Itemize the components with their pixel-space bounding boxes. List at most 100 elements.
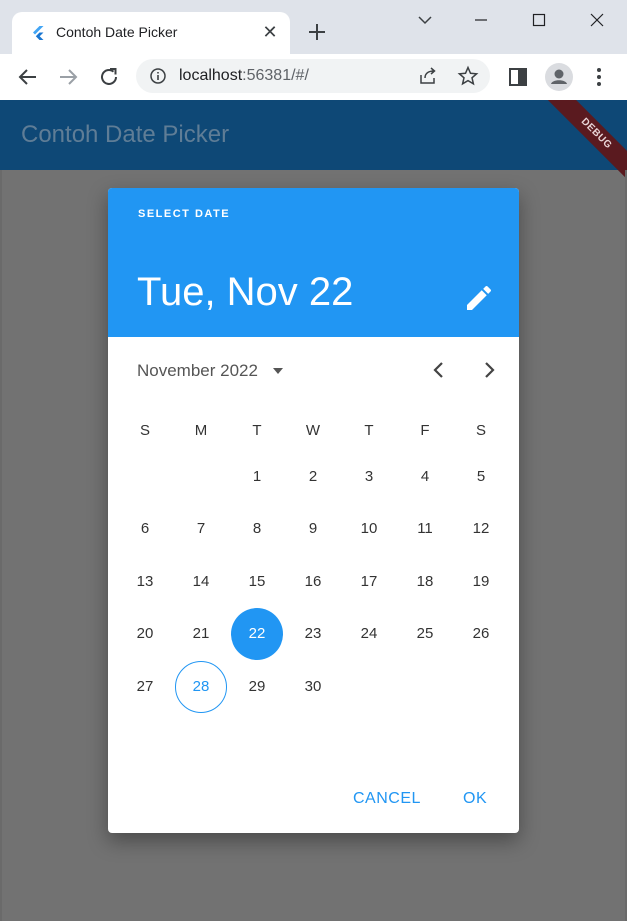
empty-day-cell: [341, 660, 397, 713]
left-edge: [0, 170, 2, 921]
day-number: 29: [248, 677, 266, 695]
day-cell-6[interactable]: 6: [117, 503, 173, 556]
forward-icon[interactable]: [55, 64, 81, 90]
person-icon: [551, 69, 567, 84]
day-number: 2: [308, 467, 318, 485]
ok-button[interactable]: OK: [463, 790, 487, 808]
day-cell-2[interactable]: 2: [285, 450, 341, 503]
day-cell-22[interactable]: 22: [229, 607, 285, 661]
month-selector-row: November 2022: [108, 337, 519, 401]
tab-strip: Contoh Date Picker ✕: [0, 0, 627, 54]
caret-down-icon[interactable]: [271, 366, 285, 376]
day-number: 8: [252, 520, 262, 538]
previous-month-icon[interactable]: [427, 358, 451, 382]
bookmark-star-icon[interactable]: [457, 65, 479, 87]
day-cell-8[interactable]: 8: [229, 503, 285, 556]
day-number: 6: [140, 520, 150, 538]
menu-kebab-icon[interactable]: [586, 64, 612, 90]
share-icon[interactable]: [418, 66, 438, 86]
day-number: 21: [192, 625, 210, 643]
tab-search-icon[interactable]: [410, 8, 440, 32]
day-number: 22: [248, 625, 266, 643]
day-number: 13: [136, 572, 154, 590]
day-cell-29[interactable]: 29: [229, 660, 285, 713]
weekday-sunday: S: [139, 421, 150, 439]
flutter-icon: [33, 26, 44, 40]
day-cell-30[interactable]: 30: [285, 660, 341, 713]
day-cell-16[interactable]: 16: [285, 555, 341, 608]
app-viewport: Contoh Date Picker DEBUG SELECT DATE Tue…: [0, 100, 627, 921]
reload-icon[interactable]: [96, 64, 122, 90]
day-cell-24[interactable]: 24: [341, 608, 397, 661]
day-number: 20: [136, 625, 154, 643]
profile-avatar[interactable]: [545, 63, 573, 91]
empty-day-cell: [117, 450, 173, 503]
day-number: 19: [472, 572, 490, 590]
help-text: SELECT DATE: [138, 208, 231, 220]
day-cell-21[interactable]: 21: [173, 608, 229, 661]
day-cell-4[interactable]: 4: [397, 450, 453, 503]
day-cell-15[interactable]: 15: [229, 555, 285, 608]
day-cell-18[interactable]: 18: [397, 555, 453, 608]
day-cell-26[interactable]: 26: [453, 608, 509, 661]
day-cell-9[interactable]: 9: [285, 503, 341, 556]
address-bar[interactable]: localhost:56381/#/: [136, 59, 490, 93]
day-cell-10[interactable]: 10: [341, 503, 397, 556]
day-number: 5: [476, 467, 486, 485]
day-number: 26: [472, 625, 490, 643]
day-number: 17: [360, 572, 378, 590]
dialog-header: SELECT DATE Tue, Nov 22: [108, 188, 519, 337]
day-cell-28[interactable]: 28: [173, 660, 229, 713]
day-number: 10: [360, 520, 378, 538]
cancel-button[interactable]: CANCEL: [353, 790, 421, 808]
url-path: :56381/#/: [242, 67, 309, 84]
maximize-icon[interactable]: [524, 8, 554, 32]
weekday-monday: M: [194, 421, 208, 439]
day-cell-13[interactable]: 13: [117, 555, 173, 608]
day-cell-23[interactable]: 23: [285, 608, 341, 661]
next-month-icon[interactable]: [477, 358, 501, 382]
empty-day-cell: [453, 660, 509, 713]
day-number: 23: [304, 625, 322, 643]
url-host: localhost: [179, 67, 243, 84]
info-icon[interactable]: [150, 68, 166, 84]
day-cell-12[interactable]: 12: [453, 503, 509, 556]
day-cell-27[interactable]: 27: [117, 660, 173, 713]
month-year-button[interactable]: November 2022: [137, 361, 258, 381]
weekday-header-row: S M T W T F S: [117, 410, 509, 450]
close-tab-icon[interactable]: ✕: [260, 22, 280, 42]
day-number: 30: [304, 677, 322, 695]
browser-tab[interactable]: Contoh Date Picker ✕: [12, 12, 290, 54]
minimize-icon[interactable]: [466, 8, 496, 32]
day-cell-17[interactable]: 17: [341, 555, 397, 608]
app-title: Contoh Date Picker: [21, 121, 230, 148]
day-cell-3[interactable]: 3: [341, 450, 397, 503]
day-number: 11: [417, 520, 433, 538]
edit-pencil-icon[interactable]: [463, 282, 495, 314]
day-number: 14: [192, 572, 210, 590]
weekday-wednesday: W: [305, 421, 321, 439]
close-window-icon[interactable]: [582, 8, 612, 32]
day-number: 18: [416, 572, 434, 590]
side-panel-icon[interactable]: [505, 64, 531, 90]
day-number: 12: [472, 520, 490, 538]
calendar-week-row: 20 21 22 23 24 25 26: [117, 607, 509, 661]
day-cell-25[interactable]: 25: [397, 608, 453, 661]
app-bar: Contoh Date Picker: [0, 100, 627, 170]
day-number: 1: [252, 467, 262, 485]
day-cell-7[interactable]: 7: [173, 503, 229, 556]
day-cell-14[interactable]: 14: [173, 555, 229, 608]
empty-day-cell: [397, 660, 453, 713]
calendar-week-row: 1 2 3 4 5: [117, 450, 509, 503]
weekday-tuesday: T: [252, 421, 262, 439]
calendar-week-row: 27 28 29 30: [117, 660, 509, 713]
back-icon[interactable]: [15, 64, 41, 90]
day-cell-20[interactable]: 20: [117, 608, 173, 661]
dialog-actions: CANCEL OK: [108, 782, 519, 824]
day-cell-19[interactable]: 19: [453, 555, 509, 608]
new-tab-icon[interactable]: [303, 18, 331, 46]
day-cell-11[interactable]: 11: [397, 503, 453, 556]
day-cell-5[interactable]: 5: [453, 450, 509, 503]
calendar-week-row: 6 7 8 9 10 11 12: [117, 503, 509, 556]
day-cell-1[interactable]: 1: [229, 450, 285, 503]
